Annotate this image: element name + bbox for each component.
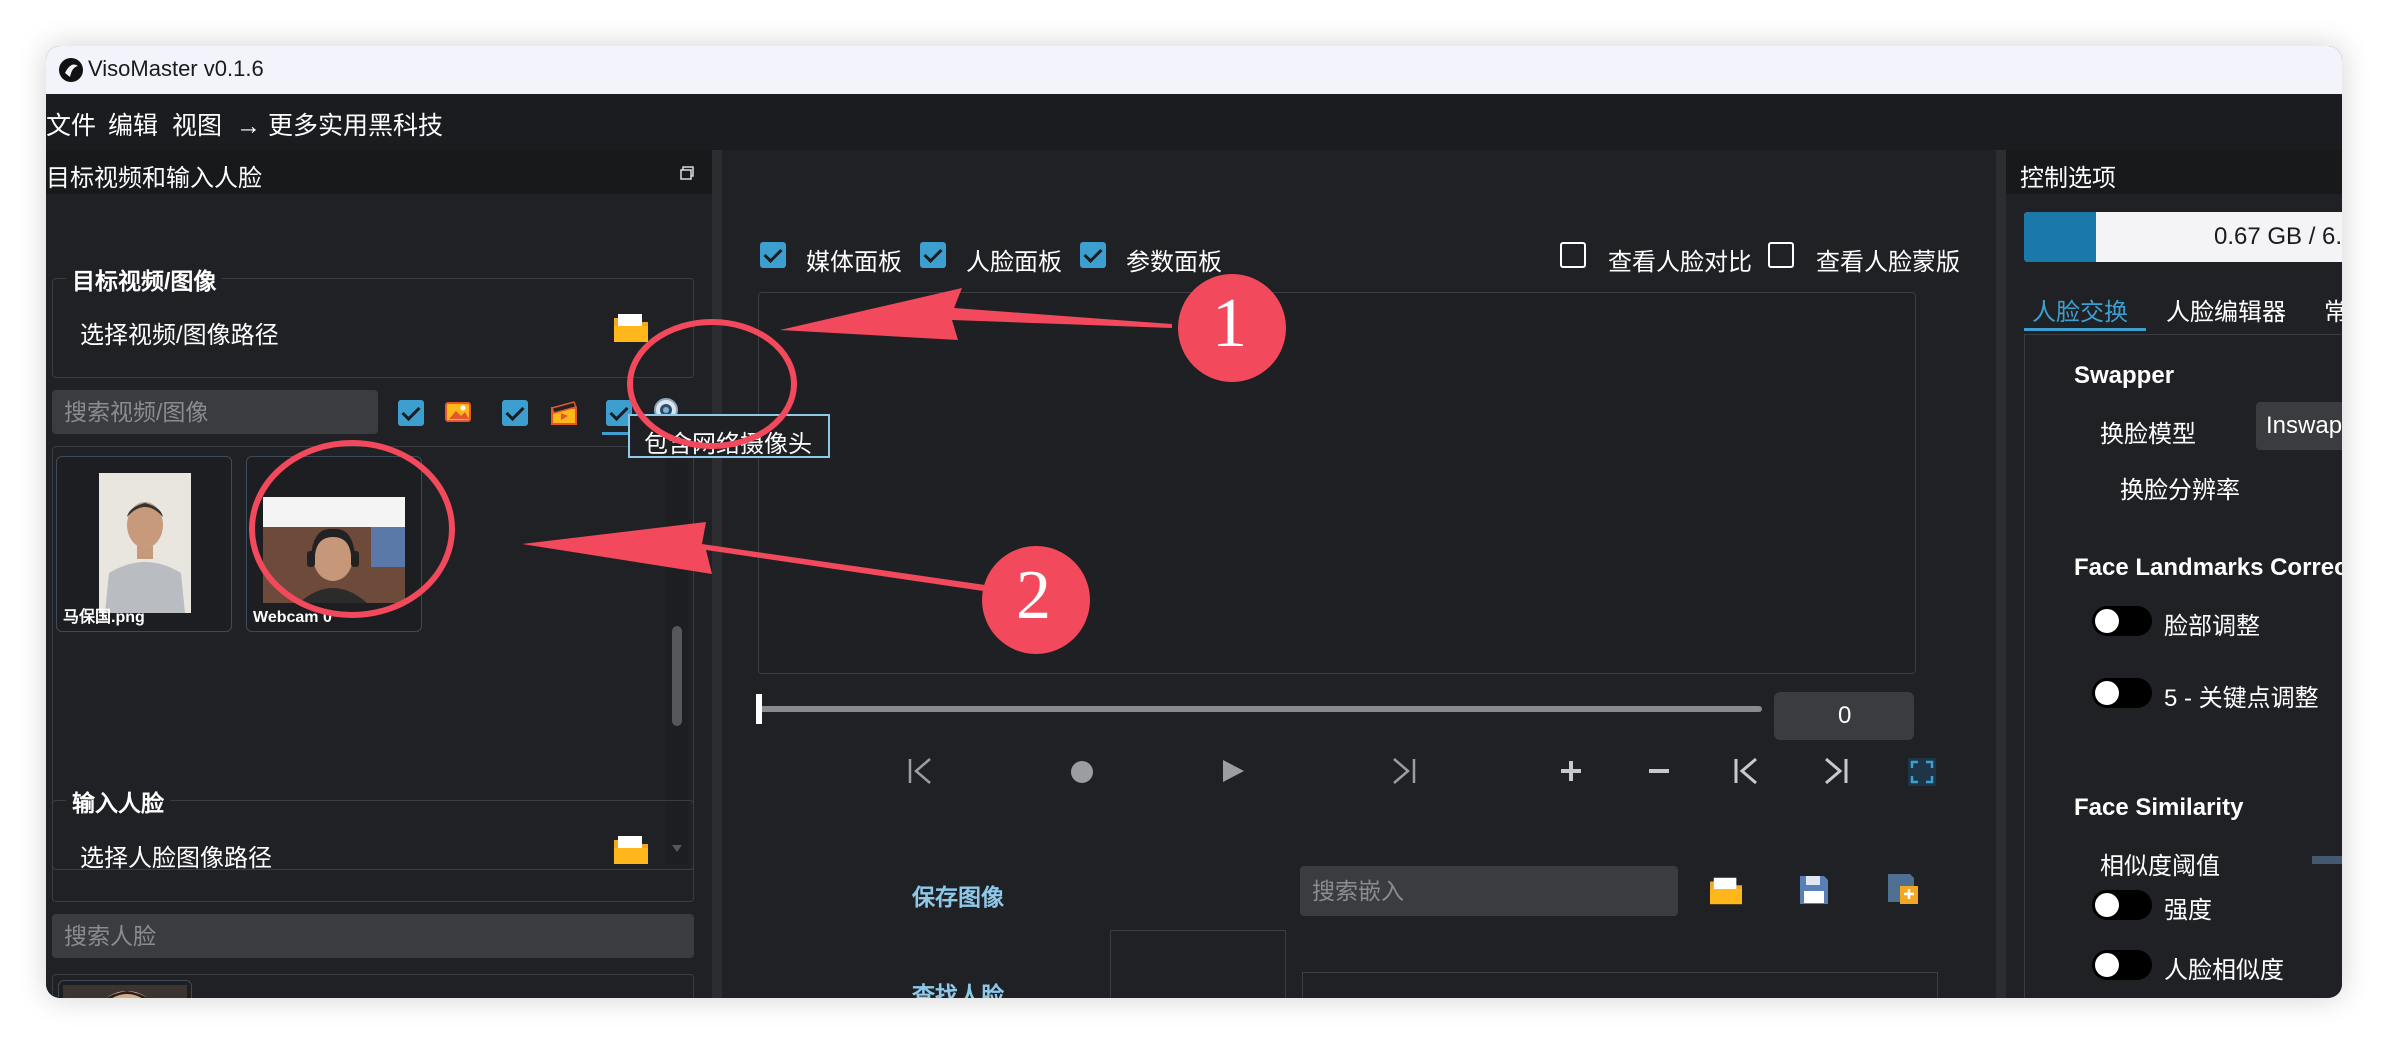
annotation-arrow-2 [522,522,992,592]
annotation-ellipse-1 [627,319,797,449]
app-window: VisoMaster v0.1.6 文件 编辑 视图 → 更多实用黑科技 目标视… [46,46,2342,998]
annotation-marker-1-number: 1 [1212,285,1247,362]
annotation-arrow-1 [780,288,1172,340]
annotation-marker-2-number: 2 [1016,557,1051,634]
annotation-overlay [249,274,1286,654]
annotation-ellipse-2 [249,440,455,618]
